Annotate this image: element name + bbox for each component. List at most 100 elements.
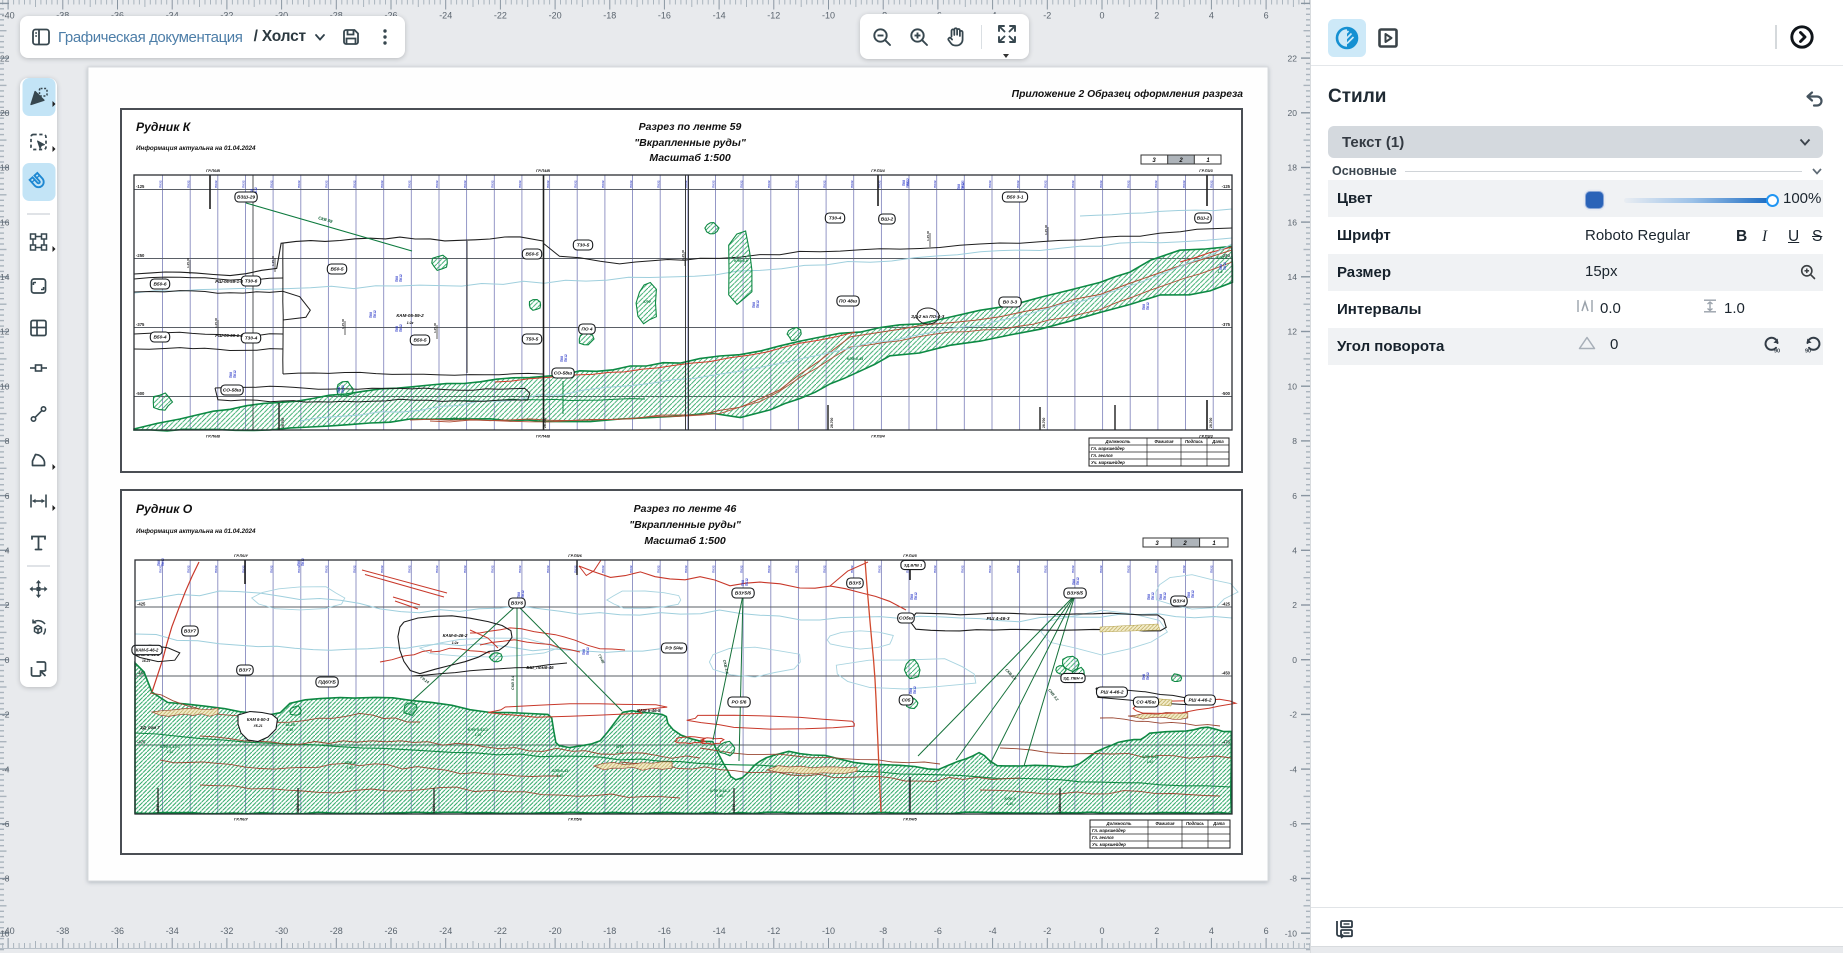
- svg-text:ПК32: ПК32: [850, 180, 854, 188]
- svg-text:-250: -250: [136, 253, 145, 258]
- svg-text:КЛФ 5-9: КЛФ 5-9: [734, 259, 748, 263]
- svg-text:ПК12: ПК12: [399, 274, 403, 282]
- svg-text:ГР.П6/В: ГР.П6/В: [206, 435, 220, 439]
- svg-text:РЭ 5/4в: РЭ 5/4в: [665, 646, 683, 652]
- svg-text:ПК32: ПК32: [1154, 180, 1158, 188]
- svg-text:ПК32: ПК32: [712, 565, 716, 573]
- svg-text:ГР.П3/4: ГР.П3/4: [871, 169, 885, 173]
- svg-text:ПК32: ПК32: [269, 565, 273, 573]
- svg-text:-2: -2: [1289, 710, 1297, 720]
- svg-text:КАМ-6-46-2: КАМ-6-46-2: [443, 633, 468, 638]
- svg-text:Приложение 2 Образец оформлени: Приложение 2 Образец оформления разреза: [1012, 88, 1244, 100]
- svg-text:КЛФ: КЛФ: [643, 300, 651, 304]
- svg-text:ПК32: ПК32: [1099, 565, 1103, 573]
- svg-text:-26: -26: [384, 926, 397, 936]
- svg-text:-10: -10: [1285, 928, 1298, 938]
- svg-text:2740: 2740: [156, 804, 160, 811]
- svg-text:-14: -14: [713, 11, 726, 21]
- svg-text:-2: -2: [1043, 11, 1051, 21]
- svg-text:16-25: 16-25: [285, 723, 296, 727]
- svg-text:КЛФ-9: КЛФ-9: [1004, 797, 1016, 801]
- svg-text:ПО 4: ПО 4: [581, 327, 593, 333]
- svg-text:ГР.П4/В: ГР.П4/В: [536, 169, 550, 173]
- svg-text:КАМ-05-59-2: КАМ-05-59-2: [396, 313, 424, 318]
- svg-text:18: 18: [1288, 163, 1298, 173]
- svg-text:ВЗУ4: ВЗУ4: [1173, 599, 1185, 605]
- svg-text:1:10: 1:10: [287, 728, 294, 732]
- svg-text:ПК32: ПК32: [463, 565, 467, 573]
- svg-text:ПК32: ПК32: [518, 180, 522, 188]
- svg-text:1-25.40: 1-25.40: [271, 255, 275, 266]
- svg-text:РШ 4-46-2: РШ 4-46-2: [1100, 690, 1123, 696]
- svg-text:6: 6: [1292, 491, 1297, 501]
- svg-text:90: 90: [1774, 349, 1780, 355]
- svg-text:ГР.П6/У: ГР.П6/У: [234, 554, 248, 558]
- svg-text:ЗД.ВЛВ 1: ЗД.ВЛВ 1: [904, 562, 923, 567]
- svg-text:Гл. маркшейдер: Гл. маркшейдер: [1091, 446, 1125, 451]
- svg-text:ПК12: ПК12: [521, 590, 525, 598]
- svg-text:1:2к: 1:2к: [452, 641, 459, 645]
- svg-text:2740: 2740: [732, 804, 736, 811]
- svg-text:ПК32: ПК32: [214, 180, 218, 188]
- svg-text:ПК32: ПК32: [518, 565, 522, 573]
- svg-text:КЛФ 5-43-1: КЛФ 5-43-1: [710, 789, 730, 793]
- svg-text:ПК32: ПК32: [629, 180, 633, 188]
- svg-text:Дата: Дата: [1212, 821, 1225, 826]
- svg-text:РШ 4-46-3: РШ 4-46-3: [986, 616, 1009, 622]
- svg-text:ВЗУ7: ВЗУ7: [239, 668, 251, 674]
- svg-text:В50-5: В50-5: [330, 267, 343, 273]
- svg-text:1-25.40: 1-25.40: [1044, 224, 1048, 235]
- svg-text:-4: -4: [2, 764, 10, 774]
- svg-text:ПК32: ПК32: [739, 180, 743, 188]
- svg-text:ПК32: ПК32: [684, 565, 688, 573]
- svg-text:В50-5: В50-5: [525, 252, 538, 258]
- svg-text:ПК12: ПК12: [906, 178, 910, 186]
- svg-text:ПК32: ПК32: [1182, 565, 1186, 573]
- svg-text:Т30-5: Т30-5: [577, 243, 590, 249]
- svg-text:-375: -375: [136, 322, 145, 327]
- svg-text:1-25.40: 1-25.40: [926, 230, 930, 241]
- svg-text:-28: -28: [330, 926, 343, 936]
- svg-text:ПК32: ПК32: [601, 180, 605, 188]
- svg-text:1:10: 1:10: [1007, 802, 1014, 806]
- svg-text:ПК32: ПК32: [988, 565, 992, 573]
- svg-text:ПК32: ПК32: [546, 565, 550, 573]
- svg-text:ПК32: ПК32: [1044, 180, 1048, 188]
- svg-text:2: 2: [1154, 11, 1159, 21]
- svg-text:18: 18: [0, 163, 10, 173]
- svg-text:ПК32: ПК32: [408, 180, 412, 188]
- svg-text:22: 22: [0, 53, 10, 63]
- svg-text:ПК32: ПК32: [186, 565, 190, 573]
- svg-text:ГР.П4/5: ГР.П4/5: [903, 818, 917, 822]
- svg-text:1:10: 1:10: [475, 733, 482, 737]
- svg-text:ПК32: ПК32: [352, 565, 356, 573]
- svg-text:20: 20: [1288, 108, 1298, 118]
- svg-text:В0 3-3: В0 3-3: [1003, 300, 1018, 306]
- svg-text:С05: С05: [902, 698, 911, 704]
- svg-text:-36: -36: [111, 926, 124, 936]
- svg-text:1:10: 1:10: [347, 766, 354, 770]
- svg-text:ПК12: ПК12: [301, 558, 305, 566]
- svg-text:КЛФ 5-43-1: КЛФ 5-43-1: [468, 728, 488, 732]
- svg-text:1:10: 1:10: [167, 750, 174, 754]
- svg-text:ПК12: ПК12: [586, 647, 590, 655]
- svg-text:-16: -16: [658, 926, 671, 936]
- svg-text:2740: 2740: [1058, 804, 1062, 811]
- svg-text:4: 4: [5, 546, 10, 556]
- svg-text:ПК32: ПК32: [767, 565, 771, 573]
- svg-text:ПК32: ПК32: [491, 180, 495, 188]
- svg-text:ГР.П3/3: ГР.П3/3: [1199, 169, 1213, 173]
- svg-text:Т30-4: Т30-4: [829, 216, 842, 222]
- svg-text:6: 6: [1264, 11, 1269, 21]
- svg-text:Информация актуальна на 01.04.: Информация актуальна на 01.04.2024: [136, 145, 256, 152]
- svg-text:0: 0: [1099, 926, 1104, 936]
- svg-text:БШ_пом6-46: БШ_пом6-46: [526, 665, 554, 670]
- svg-text:ПК32: ПК32: [684, 180, 688, 188]
- svg-text:КЛФ: КЛФ: [616, 745, 624, 749]
- svg-text:28.700: 28.700: [830, 418, 834, 428]
- svg-text:ПК32: ПК32: [1126, 565, 1130, 573]
- svg-text:ПК12: ПК12: [914, 592, 918, 600]
- svg-text:-38: -38: [56, 926, 69, 936]
- svg-text:ПК32: ПК32: [491, 565, 495, 573]
- svg-text:Фамилия: Фамилия: [1155, 439, 1174, 444]
